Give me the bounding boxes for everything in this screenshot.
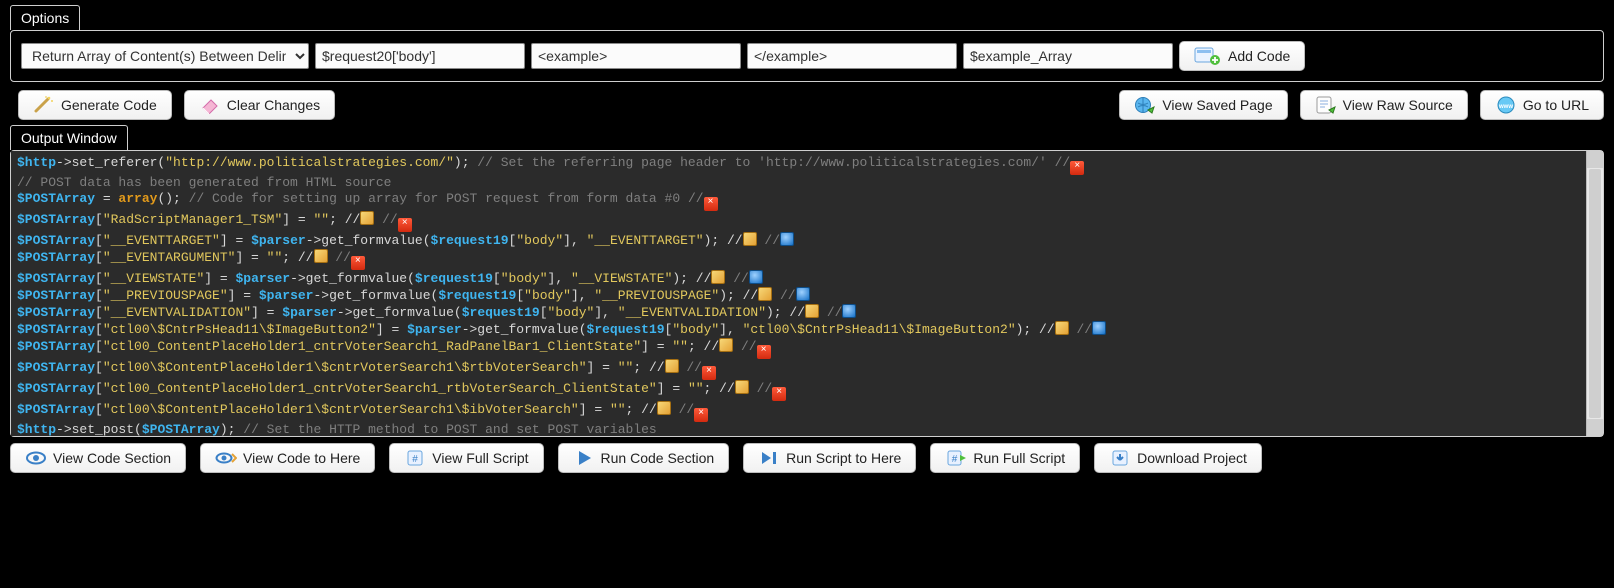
view-here-label: View Code to Here <box>243 450 360 466</box>
folder-icon[interactable] <box>743 232 757 246</box>
generate-code-button[interactable]: Generate Code <box>18 90 172 120</box>
delete-icon[interactable]: × <box>694 408 708 422</box>
svg-text:#: # <box>413 454 419 465</box>
bottom-bar: View Code Section View Code to Here # Vi… <box>10 443 1604 473</box>
view-saved-page-label: View Saved Page <box>1162 97 1272 113</box>
option-field-4[interactable] <box>963 43 1173 69</box>
run-here-label: Run Script to Here <box>786 450 901 466</box>
run-code-section-button[interactable]: Run Code Section <box>558 443 730 473</box>
option-field-1[interactable] <box>315 43 525 69</box>
view-code-section-button[interactable]: View Code Section <box>10 443 186 473</box>
output-tab: Output Window <box>10 125 128 150</box>
generate-code-label: Generate Code <box>61 97 157 113</box>
view-full-script-button[interactable]: # View Full Script <box>389 443 543 473</box>
play-to-icon <box>758 449 780 467</box>
svg-text:#: # <box>952 454 958 465</box>
folder-icon[interactable] <box>719 338 733 352</box>
refresh-icon[interactable] <box>1092 321 1106 335</box>
go-to-url-button[interactable]: www Go to URL <box>1480 90 1604 120</box>
run-full-label: Run Full Script <box>973 450 1065 466</box>
download-label: Download Project <box>1137 450 1247 466</box>
download-icon <box>1109 449 1131 467</box>
options-panel: Options Return Array of Content(s) Betwe… <box>10 30 1604 82</box>
eye-icon <box>25 449 47 467</box>
folder-icon[interactable] <box>758 287 772 301</box>
script-icon: # <box>404 449 426 467</box>
folder-icon[interactable] <box>665 359 679 373</box>
play-icon <box>573 449 595 467</box>
script-run-icon: # <box>945 449 967 467</box>
page-source-icon <box>1315 96 1337 114</box>
eraser-icon <box>199 96 221 114</box>
clear-changes-button[interactable]: Clear Changes <box>184 90 335 120</box>
add-code-icon <box>1194 47 1222 65</box>
view-full-label: View Full Script <box>432 450 528 466</box>
delete-icon[interactable]: × <box>757 345 771 359</box>
action-row: Generate Code Clear Changes View Saved P… <box>18 90 1604 120</box>
delete-icon[interactable]: × <box>351 256 365 270</box>
delete-icon[interactable]: × <box>704 197 718 211</box>
refresh-icon[interactable] <box>796 287 810 301</box>
refresh-icon[interactable] <box>749 270 763 284</box>
eye-arrow-icon <box>215 449 237 467</box>
refresh-icon[interactable] <box>842 304 856 318</box>
delete-icon[interactable]: × <box>1070 161 1084 175</box>
folder-icon[interactable] <box>314 249 328 263</box>
delete-icon[interactable]: × <box>772 387 786 401</box>
folder-icon[interactable] <box>1055 321 1069 335</box>
view-section-label: View Code Section <box>53 450 171 466</box>
folder-icon[interactable] <box>360 211 374 225</box>
add-code-button[interactable]: Add Code <box>1179 41 1305 71</box>
operation-select[interactable]: Return Array of Content(s) Between Delim… <box>21 43 309 69</box>
add-code-label: Add Code <box>1228 48 1290 64</box>
view-code-to-here-button[interactable]: View Code to Here <box>200 443 375 473</box>
svg-text:www: www <box>1498 104 1513 110</box>
refresh-icon[interactable] <box>780 232 794 246</box>
options-tab: Options <box>10 5 80 30</box>
output-panel: Output Window $http->set_referer("http:/… <box>10 150 1604 437</box>
go-to-url-label: Go to URL <box>1523 97 1589 113</box>
folder-icon[interactable] <box>657 401 671 415</box>
view-raw-source-button[interactable]: View Raw Source <box>1300 90 1468 120</box>
view-saved-page-button[interactable]: View Saved Page <box>1119 90 1287 120</box>
download-project-button[interactable]: Download Project <box>1094 443 1262 473</box>
code-area[interactable]: $http->set_referer("http://www.political… <box>11 151 1603 436</box>
run-section-label: Run Code Section <box>601 450 715 466</box>
options-row: Return Array of Content(s) Between Delim… <box>21 41 1593 71</box>
option-field-3[interactable] <box>747 43 957 69</box>
folder-icon[interactable] <box>735 380 749 394</box>
goto-url-icon: www <box>1495 96 1517 114</box>
delete-icon[interactable]: × <box>398 218 412 232</box>
delete-icon[interactable]: × <box>702 366 716 380</box>
folder-icon[interactable] <box>711 270 725 284</box>
run-full-script-button[interactable]: # Run Full Script <box>930 443 1080 473</box>
run-script-to-here-button[interactable]: Run Script to Here <box>743 443 916 473</box>
clear-changes-label: Clear Changes <box>227 97 320 113</box>
vertical-scrollbar[interactable] <box>1586 151 1603 436</box>
folder-icon[interactable] <box>805 304 819 318</box>
globe-saved-icon <box>1134 96 1156 114</box>
option-field-2[interactable] <box>531 43 741 69</box>
wand-icon <box>33 96 55 114</box>
view-raw-source-label: View Raw Source <box>1343 97 1453 113</box>
